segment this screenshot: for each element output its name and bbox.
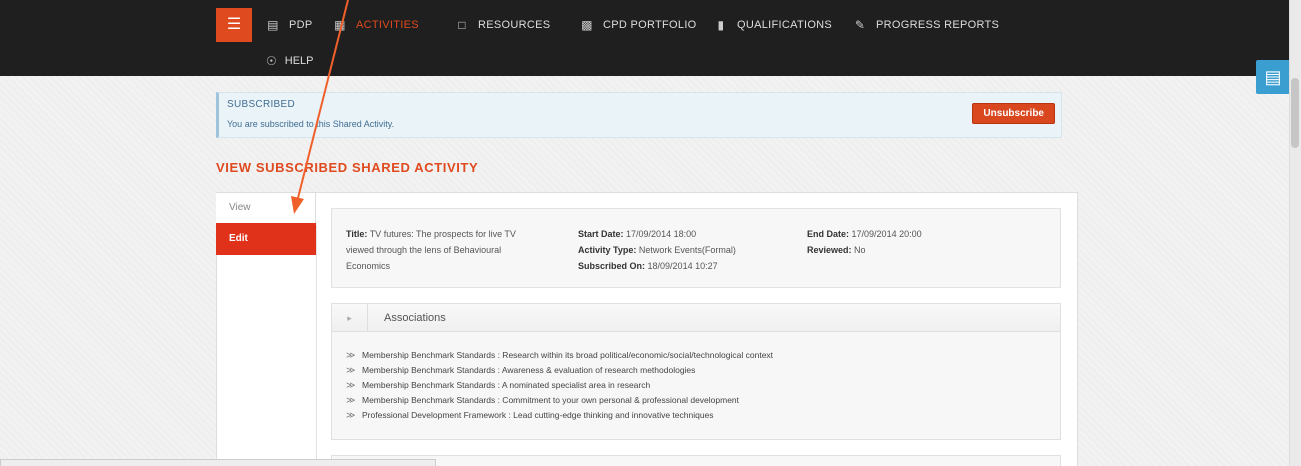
nav-item-resources[interactable]: □ RESOURCES <box>455 8 550 42</box>
associations-heading: Associations <box>384 312 446 324</box>
association-text: Membership Benchmark Standards : Commitm… <box>362 395 740 405</box>
clipboard-icon: ▤ <box>1264 66 1282 87</box>
nav-item-help[interactable]: ☉ HELP <box>266 46 314 76</box>
dates-column: Start Date: 17/09/2014 18:00 Activity Ty… <box>578 226 798 274</box>
association-text: Membership Benchmark Standards : A nomin… <box>362 380 651 390</box>
folder-icon: □ <box>458 18 466 32</box>
chevron-right-icon: ≫ <box>346 380 356 390</box>
list-item: ≫ Membership Benchmark Standards : Commit… <box>346 393 773 408</box>
nav-item-label: CPD PORTFOLIO <box>603 19 697 31</box>
end-column: End Date: 17/09/2014 20:00 Reviewed: No <box>807 226 1027 258</box>
hamburger-icon: ☰ <box>226 16 242 33</box>
association-text: Professional Development Framework : Lea… <box>362 410 714 420</box>
subscribed-on-value: 18/09/2014 10:27 <box>647 261 718 271</box>
nav-item-cpd-portfolio[interactable]: ▩ CPD PORTFOLIO <box>580 8 697 42</box>
edit-icon: ✎ <box>854 18 866 32</box>
page-title: VIEW SUBSCRIBED SHARED ACTIVITY <box>216 160 479 175</box>
tab-view[interactable]: View <box>216 193 316 223</box>
end-date-label: End Date: <box>807 229 850 239</box>
activity-type-label: Activity Type: <box>578 245 637 255</box>
nav-item-label: PDP <box>289 19 313 31</box>
nav-item-label: HELP <box>284 55 314 67</box>
alert-message: You are subscribed to this Shared Activi… <box>227 119 395 129</box>
next-section <box>331 455 1061 466</box>
side-clipboard-button[interactable]: ▤ <box>1256 60 1290 94</box>
nav-item-label: PROGRESS REPORTS <box>876 19 1000 31</box>
association-text: Membership Benchmark Standards : Awarene… <box>362 365 696 375</box>
clipboard-icon: ▩ <box>581 18 593 32</box>
nav-item-progress-reports[interactable]: ✎ PROGRESS REPORTS <box>853 8 999 42</box>
nav-item-label: ACTIVITIES <box>356 19 419 31</box>
end-date-value: 17/09/2014 20:00 <box>851 229 922 239</box>
nav-item-pdp[interactable]: ▤ PDP <box>266 8 313 42</box>
list-item: ≫ Membership Benchmark Standards : Resear… <box>346 348 773 363</box>
title-column: Title: TV futures: The prospects for liv… <box>346 226 566 274</box>
list-item: ≫ Membership Benchmark Standards : Awaren… <box>346 363 773 378</box>
chevron-right-icon: ≫ <box>346 350 356 360</box>
tab-edit[interactable]: Edit <box>216 223 316 255</box>
start-date-label: Start Date: <box>578 229 624 239</box>
title-value-line3: Economics <box>346 261 391 271</box>
associations-list: ≫ Membership Benchmark Standards : Resear… <box>346 348 773 423</box>
document-icon: ▮ <box>717 18 725 32</box>
page-scrollbar[interactable] <box>1289 0 1301 466</box>
unsubscribe-button[interactable]: Unsubscribe <box>972 103 1055 124</box>
tabs-divider <box>316 225 317 466</box>
scrollbar-thumb[interactable] <box>1291 78 1299 148</box>
alert-title: SUBSCRIBED <box>227 99 296 110</box>
chevron-right-icon: ≫ <box>346 410 356 420</box>
activity-type-value: Network Events(Formal) <box>638 245 736 255</box>
nav-item-activities[interactable]: ▦ ACTIVITIES <box>333 8 419 42</box>
title-value: TV futures: The prospects for live TV <box>369 229 516 239</box>
menu-button[interactable]: ☰ <box>216 8 252 42</box>
subscription-alert: SUBSCRIBED You are subscribed to this Sh… <box>216 92 1062 138</box>
start-date-value: 17/09/2014 18:00 <box>626 229 697 239</box>
association-text: Membership Benchmark Standards : Researc… <box>362 350 774 360</box>
activity-icon: ▦ <box>334 18 346 32</box>
subscribed-on-label: Subscribed On: <box>578 261 646 271</box>
chevron-right-icon: ≫ <box>346 365 356 375</box>
associations-header[interactable]: ▸ Associations <box>332 304 1060 332</box>
list-item: ≫ Membership Benchmark Standards : A nomi… <box>346 378 773 393</box>
activity-tabs: View Edit <box>216 193 316 255</box>
nav-item-qualifications[interactable]: ▮ QUALIFICATIONS <box>714 8 832 42</box>
reviewed-label: Reviewed: <box>807 245 852 255</box>
top-navigation-bar: ☰ ▤ PDP ▦ ACTIVITIES □ RESOURCES ▩ CPD P… <box>0 0 1301 76</box>
chevron-right-icon: ≫ <box>346 395 356 405</box>
book-icon: ▤ <box>267 18 279 32</box>
nav-item-label: QUALIFICATIONS <box>737 19 833 31</box>
reviewed-value: No <box>854 245 866 255</box>
lifebuoy-icon: ☉ <box>266 54 277 68</box>
browser-status-bar <box>0 459 436 466</box>
activity-summary: Title: TV futures: The prospects for liv… <box>331 208 1061 288</box>
associations-section: ▸ Associations ≫ Membership Benchmark Sta… <box>331 303 1061 440</box>
title-value-line2: viewed through the lens of Behavioural <box>346 245 502 255</box>
nav-item-label: RESOURCES <box>478 19 551 31</box>
collapse-arrow-icon[interactable]: ▸ <box>332 304 368 332</box>
title-label: Title: <box>346 229 368 239</box>
list-item: ≫ Professional Development Framework : Le… <box>346 408 773 423</box>
